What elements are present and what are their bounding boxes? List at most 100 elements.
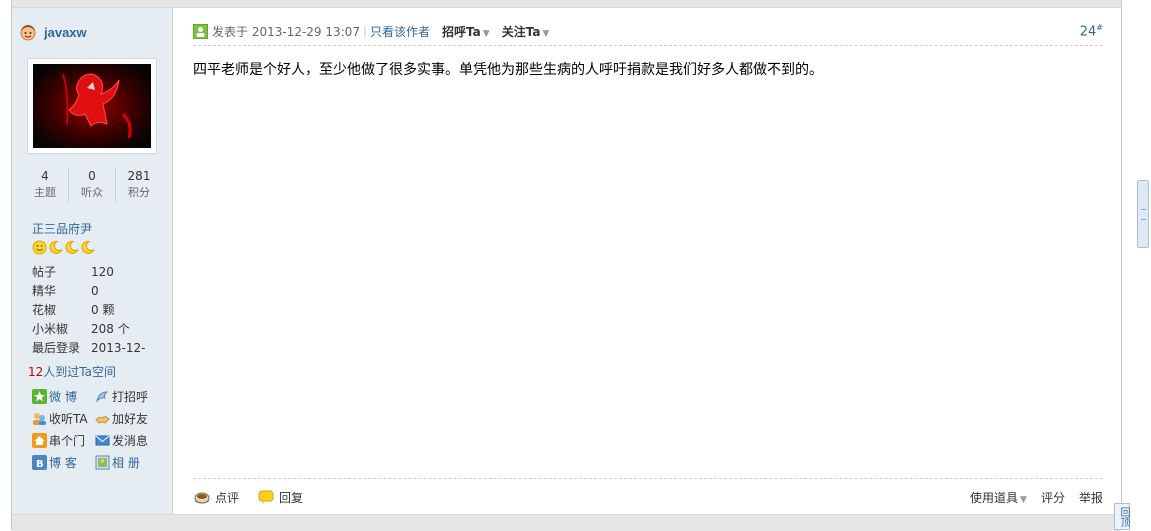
add-friend-icon [95, 415, 110, 424]
info-key: 精华 [32, 284, 57, 298]
stat-label: 听众 [81, 186, 103, 199]
mail-icon [95, 435, 110, 445]
info-key: 小米椒 [32, 322, 69, 336]
vertical-scrollbar-thumb[interactable] [1137, 180, 1149, 248]
stat-value: 0 [88, 169, 96, 183]
moon-level-icon [49, 240, 63, 254]
use-tool-dropdown[interactable]: 使用道具 ▼ [970, 489, 1027, 506]
report-button[interactable]: 举报 [1079, 489, 1103, 506]
scroll-grip-icon [1141, 209, 1146, 220]
frame-right-border [1121, 0, 1122, 530]
visitors-count: 12 [28, 365, 44, 379]
post-header: 发表于 2013-12-29 13:07 | 只看该作者 招呼Ta ▼ 关注Ta ▼… [193, 21, 1103, 41]
info-value: 120 [91, 265, 114, 279]
greet-dropdown[interactable]: 招呼Ta ▼ [442, 23, 490, 40]
info-row-pepper: 花椒 0 颗 [32, 301, 172, 320]
action-label: 博 客 [49, 455, 77, 470]
blog-icon: B [32, 454, 47, 470]
caret-down-icon: ▼ [1020, 494, 1027, 505]
info-row-posts: 帖子 120 [32, 263, 172, 282]
comment-label: 点评 [215, 490, 240, 505]
caret-down-icon: ▼ [542, 28, 550, 39]
post-footer: 点评 回复 使用道具 ▼ 评分 举报 [193, 487, 1103, 507]
comment-button[interactable]: 点评 [193, 489, 239, 506]
action-label: 串个门 [49, 433, 86, 448]
post-tools: 使用道具 ▼ 评分 举报 [970, 489, 1103, 506]
level-medals [32, 240, 95, 255]
user-info-list: 帖子 120 精华 0 花椒 0 颗 小米椒 208 个 最后登录 2013-1… [32, 263, 172, 358]
sun-level-icon [32, 240, 47, 255]
stat-label: 积分 [128, 186, 150, 199]
follow-label: 关注Ta [501, 24, 541, 39]
greet-label: 招呼Ta [442, 24, 481, 39]
floor-mark: # [1096, 22, 1103, 32]
blog-button[interactable]: B 博 客 [32, 454, 95, 470]
add-friend-button[interactable]: 加好友 [95, 410, 158, 426]
album-button[interactable]: 相 册 [95, 454, 158, 470]
user-actions: 微 博 打招呼 收听TA 加好友 串个门 发消息 B 博 客 相 册 [32, 388, 167, 470]
visitors-text: 人到过Ta空间 [43, 365, 116, 379]
stat-value: 281 [127, 169, 151, 183]
stat-value: 4 [41, 169, 49, 183]
info-value: 2013-12- [91, 341, 146, 355]
liverbird-logo-icon [33, 64, 151, 148]
space-visitors-link[interactable]: 12人到过Ta空间 [28, 363, 116, 380]
poke-icon [96, 390, 109, 403]
svg-text:B: B [36, 459, 44, 470]
follow-dropdown[interactable]: 关注Ta ▼ [502, 23, 550, 40]
info-value: 0 [91, 284, 99, 298]
info-row-chili: 小米椒 208 个 [32, 320, 172, 339]
author-sidebar: javaxw 4 主题 0 听众 281 积分 正三品府尹 帖子 120 精华 … [12, 8, 173, 514]
caret-down-icon: ▼ [482, 28, 490, 39]
stat-followers[interactable]: 0 听众 [68, 168, 115, 202]
avatar[interactable] [27, 58, 157, 154]
header-divider [193, 45, 1103, 46]
info-value: 0 颗 [91, 303, 115, 317]
follow-icon [33, 412, 46, 425]
bottom-divider [12, 514, 1121, 531]
album-icon [95, 455, 110, 469]
stat-threads[interactable]: 4 主题 [22, 168, 68, 202]
floor-number-link[interactable]: 24# [1080, 23, 1103, 39]
footer-divider [193, 478, 1103, 479]
floor-number: 24 [1079, 24, 1097, 40]
coffee-cup-icon [194, 492, 210, 504]
user-stats: 4 主题 0 听众 281 积分 [22, 168, 162, 202]
stat-label: 主题 [34, 186, 56, 199]
info-row-digest: 精华 0 [32, 282, 172, 301]
info-key: 花椒 [32, 303, 57, 317]
avatar-image [33, 64, 151, 148]
user-header: javaxw [18, 20, 87, 44]
send-message-button[interactable]: 发消息 [95, 432, 158, 448]
moon-level-icon [65, 240, 79, 254]
weibo-star-icon [32, 388, 47, 404]
action-label: 打招呼 [112, 389, 149, 404]
info-key: 帖子 [32, 265, 57, 279]
post-content: 四平老师是个好人，至少他做了很多实事。单凭他为那些生病的人呼吁捐款是我们好多人都… [193, 62, 823, 78]
separator: | [362, 24, 367, 38]
stat-points[interactable]: 281 积分 [115, 168, 162, 202]
weibo-button[interactable]: 微 博 [32, 388, 95, 404]
username-link[interactable]: javaxw [44, 25, 87, 40]
info-row-last-login: 最后登录 2013-12- [32, 339, 172, 358]
use-tool-label: 使用道具 [970, 490, 1019, 505]
rate-button[interactable]: 评分 [1041, 489, 1065, 506]
visit-home-button[interactable]: 串个门 [32, 432, 95, 448]
moon-level-icon [81, 240, 95, 254]
action-label: 相 册 [112, 455, 140, 470]
post-time: 发表于 2013-12-29 13:07 [212, 24, 360, 39]
info-value: 208 个 [91, 322, 130, 336]
info-key: 最后登录 [32, 341, 81, 355]
home-icon [32, 432, 47, 448]
action-label: 发消息 [112, 433, 149, 448]
top-divider [12, 0, 1121, 8]
action-label: 微 博 [49, 389, 77, 404]
poke-button[interactable]: 打招呼 [95, 388, 158, 404]
back-to-top-button[interactable]: 回顶 [1114, 503, 1130, 530]
reply-label: 回复 [279, 490, 304, 505]
user-rank[interactable]: 正三品府尹 [32, 220, 92, 237]
follow-button[interactable]: 收听TA [32, 410, 95, 426]
online-user-icon [20, 25, 36, 41]
view-author-only-link[interactable]: 只看该作者 [370, 23, 430, 40]
reply-button[interactable]: 回复 [257, 489, 303, 506]
